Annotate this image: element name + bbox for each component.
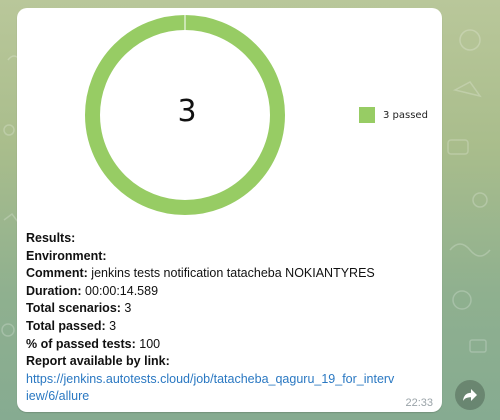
message-time: 22:33 — [405, 397, 433, 409]
total-passed-line: Total passed: 3 — [26, 318, 436, 336]
environment-label: Environment: — [26, 248, 107, 263]
total-passed-value: 3 — [109, 318, 117, 333]
total-scenarios-label: Total scenarios: — [26, 301, 121, 316]
total-passed-label: Total passed: — [26, 318, 106, 333]
report-link-line: Report available by link: — [26, 353, 436, 371]
forward-button[interactable] — [455, 380, 485, 410]
percent-passed-label: % of passed tests: — [26, 336, 136, 351]
message-text: Results: Environment: Comment: jenkins t… — [26, 230, 436, 406]
donut-center-value: 3 — [177, 94, 197, 129]
duration-label: Duration: — [26, 283, 82, 298]
comment-line: Comment: jenkins tests notification tata… — [26, 265, 436, 283]
comment-label: Comment: — [26, 266, 88, 281]
duration-line: Duration: 00:00:14.589 — [26, 283, 436, 301]
legend-label-passed: 3 passed — [383, 109, 428, 121]
total-scenarios-line: Total scenarios: 3 — [26, 300, 436, 318]
report-link-label: Report available by link: — [26, 354, 170, 369]
total-scenarios-value: 3 — [124, 301, 132, 316]
results-label: Results: — [26, 231, 76, 245]
forward-arrow-icon — [463, 389, 477, 401]
report-link[interactable]: https://jenkins.autotests.cloud/job/tata… — [26, 371, 396, 406]
environment-line: Environment: — [26, 248, 436, 266]
test-results-chart: 3 3 passed — [17, 8, 442, 223]
comment-value: jenkins tests notification tatacheba NOK… — [91, 266, 375, 281]
percent-passed-line: % of passed tests: 100 — [26, 336, 436, 354]
results-line: Results: — [26, 230, 436, 248]
duration-value: 00:00:14.589 — [85, 283, 159, 298]
message-bubble: 3 3 passed Results: Environment: Comment… — [17, 8, 442, 412]
legend-swatch-passed — [359, 107, 375, 123]
percent-passed-value: 100 — [139, 336, 161, 351]
chart-legend: 3 passed — [359, 107, 428, 123]
